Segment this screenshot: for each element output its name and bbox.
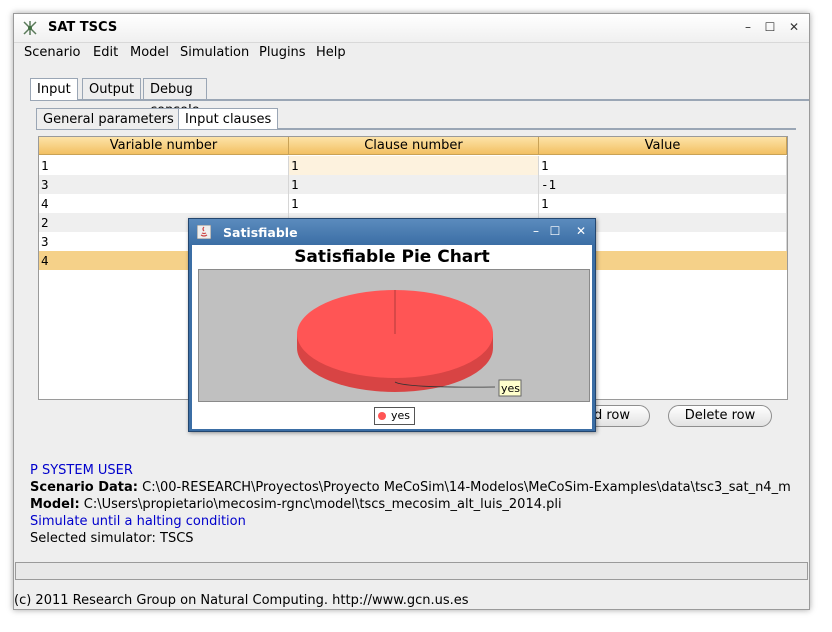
table-cell[interactable]: 1 [289, 194, 539, 213]
table-cell[interactable]: 1 [289, 175, 539, 194]
maximize-icon[interactable]: ☐ [762, 19, 778, 35]
model-line: Model: C:\Users\propietario\mecosim-rgnc… [30, 496, 810, 513]
slice-label-text: yes [501, 382, 520, 395]
info-panel: P SYSTEM USER Scenario Data: C:\00-RESEA… [30, 462, 810, 547]
menu-model[interactable]: Model [130, 45, 169, 60]
tab-general-parameters[interactable]: General parameters [36, 108, 181, 129]
scenario-data-value: C:\00-RESEARCH\Proyectos\Proyecto MeCoSi… [142, 480, 791, 495]
minimize-icon[interactable]: – [740, 19, 756, 35]
simulate-condition: Simulate until a halting condition [30, 514, 246, 529]
table-header: Variable number Clause number Value [39, 137, 787, 156]
dialog-close-icon[interactable]: ✕ [574, 224, 588, 238]
dialog-title: Satisfiable [223, 225, 298, 240]
chart-plot-area: yes [198, 269, 590, 402]
menu-help[interactable]: Help [316, 45, 346, 60]
java-icon [197, 225, 211, 239]
menu-simulation[interactable]: Simulation [180, 45, 249, 60]
satisfiable-dialog: Satisfiable – ☐ ✕ Satisfiable Pie Chart … [188, 218, 596, 432]
column-header-clause[interactable]: Clause number [289, 137, 539, 155]
dialog-title-bar: Satisfiable – ☐ ✕ [189, 219, 595, 245]
pie-chart: yes [297, 290, 522, 397]
dialog-body: Satisfiable Pie Chart yes yes [192, 245, 592, 429]
window-title: SAT TSCS [48, 20, 118, 35]
dialog-maximize-icon[interactable]: ☐ [548, 224, 562, 238]
model-label: Model: [30, 497, 80, 512]
table-row[interactable]: 1 1 1 [39, 156, 787, 175]
title-bar: SAT TSCS – ☐ ✕ [14, 14, 809, 43]
tab-debug-console[interactable]: Debug console [143, 78, 207, 118]
menu-bar: Scenario Edit Model Simulation Plugins H… [14, 42, 809, 64]
app-icon [23, 21, 37, 35]
delete-row-button[interactable]: Delete row [668, 405, 772, 427]
tab-output[interactable]: Output [82, 78, 142, 99]
scenario-data-line: Scenario Data: C:\00-RESEARCH\Proyectos\… [30, 479, 810, 496]
table-cell[interactable]: 1 [539, 156, 787, 175]
table-cell[interactable]: -1 [539, 175, 787, 194]
table-row[interactable]: 3 1 -1 [39, 175, 787, 194]
chart-title: Satisfiable Pie Chart [294, 247, 490, 267]
menu-scenario[interactable]: Scenario [24, 45, 81, 60]
close-icon[interactable]: ✕ [786, 19, 802, 35]
table-cell[interactable]: 4 [39, 194, 289, 213]
scenario-data-label: Scenario Data: [30, 480, 138, 495]
status-bar: (c) 2011 Research Group on Natural Compu… [14, 593, 469, 608]
table-cell[interactable]: 1 [39, 156, 289, 175]
horizontal-scrollbar[interactable] [15, 562, 808, 580]
chart-legend: yes [374, 407, 416, 425]
column-header-variable[interactable]: Variable number [39, 137, 289, 155]
slice-label: yes [498, 379, 522, 397]
selected-simulator: Selected simulator: TSCS [30, 531, 194, 546]
table-cell[interactable]: 1 [289, 156, 539, 175]
tab-input[interactable]: Input [30, 78, 78, 100]
legend-label: yes [391, 409, 411, 422]
dialog-minimize-icon[interactable]: – [529, 224, 543, 238]
column-header-value[interactable]: Value [539, 137, 787, 155]
menu-edit[interactable]: Edit [93, 45, 118, 60]
legend-swatch [378, 412, 386, 420]
table-cell[interactable]: 3 [39, 175, 289, 194]
menu-plugins[interactable]: Plugins [259, 45, 306, 60]
system-type: P SYSTEM USER [30, 463, 133, 478]
table-row[interactable]: 4 1 1 [39, 194, 787, 213]
table-cell[interactable]: 1 [539, 194, 787, 213]
tab-input-clauses[interactable]: Input clauses [178, 108, 279, 129]
model-value: C:\Users\propietario\mecosim-rgnc\model\… [83, 497, 562, 512]
